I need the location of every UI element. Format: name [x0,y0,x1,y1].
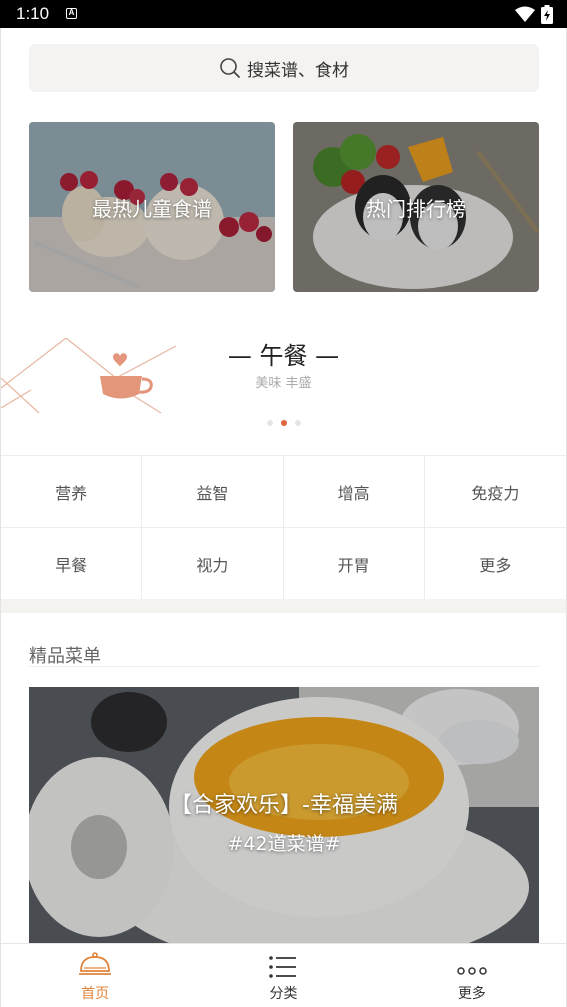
carousel-dot-active[interactable] [280,420,287,426]
category-appetite[interactable]: 开胃 [283,528,425,600]
carousel-dot[interactable] [294,420,301,426]
app-screen: 搜菜谱、食材 最热儿童食谱 热门排行榜 — 午餐 — 美味 丰盛 营养 益智 增… [0,28,567,1007]
banner-title: 最热儿童食谱 [92,196,212,221]
feature-subtitle: #42道菜谱# [227,833,341,855]
carousel-dot[interactable] [266,420,273,426]
banner-hot-ranking[interactable]: 热门排行榜 [293,122,539,292]
notification-a-icon: A [66,8,77,19]
nav-category-label: 分类 [269,986,298,1002]
status-bar: 1:10 A [0,0,567,28]
section-divider [1,599,566,613]
feature-title: 【合家欢乐】-幸福美满 [170,793,398,818]
meal-carousel[interactable]: — 午餐 — 美味 丰盛 [1,328,566,458]
nav-home-label: 首页 [81,986,110,1002]
category-nutrition[interactable]: 营养 [1,456,143,528]
more-dots-icon [457,967,487,975]
banner-title: 热门排行榜 [366,196,466,221]
status-icons [515,5,553,24]
meal-subtitle: 美味 丰盛 [255,376,312,391]
category-breakfast[interactable]: 早餐 [1,528,143,600]
battery-icon [541,5,553,24]
carousel-dots [1,420,566,426]
list-icon [269,956,297,978]
featured-menu-card[interactable]: 【合家欢乐】-幸福美满 #42道菜谱# [29,687,539,947]
search-placeholder: 搜菜谱、食材 [247,60,349,81]
search-icon [220,58,240,78]
banner-kids-recipes[interactable]: 最热儿童食谱 [29,122,275,292]
category-vision[interactable]: 视力 [142,528,284,600]
category-more[interactable]: 更多 [424,528,566,600]
category-immunity[interactable]: 免疫力 [424,456,566,528]
bottom-nav: 首页 分类 更多 [1,943,566,1007]
nav-home[interactable]: 首页 [1,944,189,1007]
section-underline [29,666,539,667]
category-growth[interactable]: 增高 [283,456,425,528]
nav-more-label: 更多 [457,986,486,1002]
nav-more[interactable]: 更多 [378,944,566,1007]
wifi-icon [515,6,535,22]
meal-title: — 午餐 — [227,342,340,370]
search-bar[interactable]: 搜菜谱、食材 [29,44,539,92]
nav-category[interactable]: 分类 [189,944,377,1007]
status-time: 1:10 [16,4,50,23]
category-brain[interactable]: 益智 [142,456,284,528]
section-title: 精品菜单 [29,646,101,667]
cloche-icon [79,952,112,975]
category-grid: 营养 益智 增高 免疫力 早餐 视力 开胃 更多 [1,455,566,600]
